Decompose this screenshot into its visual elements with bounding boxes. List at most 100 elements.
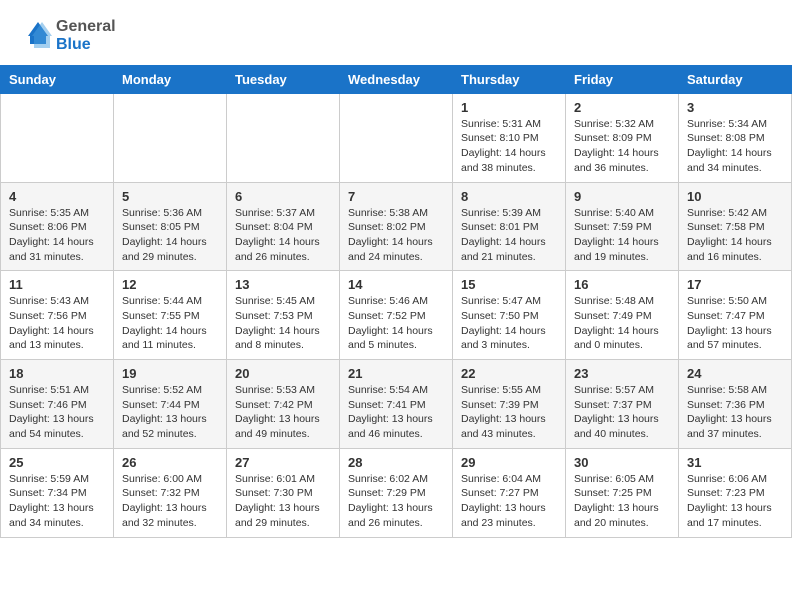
- calendar-cell: [227, 93, 340, 182]
- calendar-cell: 9 Sunrise: 5:40 AM Sunset: 7:59 PM Daylig…: [566, 182, 679, 271]
- day-number: 11: [9, 277, 105, 292]
- day-number: 19: [122, 366, 218, 381]
- day-header-wednesday: Wednesday: [340, 65, 453, 93]
- day-number: 31: [687, 455, 783, 470]
- day-number: 26: [122, 455, 218, 470]
- calendar-cell: 17Sunrise: 5:50 AM Sunset: 7:47 PM Dayli…: [679, 271, 792, 360]
- day-content: Sunrise: 6:06 AM Sunset: 7:23 PM Dayligh…: [687, 472, 783, 531]
- calendar-cell: 24Sunrise: 5:58 AM Sunset: 7:36 PM Dayli…: [679, 360, 792, 449]
- day-number: 7: [348, 189, 444, 204]
- day-header-friday: Friday: [566, 65, 679, 93]
- day-content: Sunrise: 5:43 AM Sunset: 7:56 PM Dayligh…: [9, 294, 105, 353]
- logo-blue: Blue: [56, 36, 116, 54]
- day-number: 27: [235, 455, 331, 470]
- calendar-cell: 23Sunrise: 5:57 AM Sunset: 7:37 PM Dayli…: [566, 360, 679, 449]
- day-number: 20: [235, 366, 331, 381]
- calendar-cell: [1, 93, 114, 182]
- logo: General Blue: [18, 18, 116, 55]
- day-number: 18: [9, 366, 105, 381]
- page-header: General Blue: [0, 0, 792, 65]
- day-number: 8: [461, 189, 557, 204]
- day-content: Sunrise: 5:51 AM Sunset: 7:46 PM Dayligh…: [9, 383, 105, 442]
- calendar-cell: 6 Sunrise: 5:37 AM Sunset: 8:04 PM Daylig…: [227, 182, 340, 271]
- calendar-cell: 21 Sunrise: 5:54 AM Sunset: 7:41 PM Dayli…: [340, 360, 453, 449]
- day-content: Sunrise: 5:58 AM Sunset: 7:36 PM Dayligh…: [687, 383, 783, 442]
- day-content: Sunrise: 5:59 AM Sunset: 7:34 PM Dayligh…: [9, 472, 105, 531]
- calendar-table: SundayMondayTuesdayWednesdayThursdayFrid…: [0, 65, 792, 538]
- day-number: 22: [461, 366, 557, 381]
- calendar-cell: 5 Sunrise: 5:36 AM Sunset: 8:05 PM Daylig…: [114, 182, 227, 271]
- day-content: Sunrise: 5:38 AM Sunset: 8:02 PM Dayligh…: [348, 206, 444, 265]
- calendar-cell: 10Sunrise: 5:42 AM Sunset: 7:58 PM Dayli…: [679, 182, 792, 271]
- day-content: Sunrise: 5:36 AM Sunset: 8:05 PM Dayligh…: [122, 206, 218, 265]
- day-content: Sunrise: 5:55 AM Sunset: 7:39 PM Dayligh…: [461, 383, 557, 442]
- day-number: 16: [574, 277, 670, 292]
- day-number: 5: [122, 189, 218, 204]
- logo-graphic: [18, 18, 54, 54]
- calendar-cell: 1 Sunrise: 5:31 AM Sunset: 8:10 PM Daylig…: [453, 93, 566, 182]
- calendar-cell: 11 Sunrise: 5:43 AM Sunset: 7:56 PM Dayli…: [1, 271, 114, 360]
- day-content: Sunrise: 5:52 AM Sunset: 7:44 PM Dayligh…: [122, 383, 218, 442]
- day-number: 14: [348, 277, 444, 292]
- logo-general: General: [56, 18, 116, 36]
- calendar-cell: 7 Sunrise: 5:38 AM Sunset: 8:02 PM Daylig…: [340, 182, 453, 271]
- day-content: Sunrise: 5:50 AM Sunset: 7:47 PM Dayligh…: [687, 294, 783, 353]
- day-header-saturday: Saturday: [679, 65, 792, 93]
- day-number: 1: [461, 100, 557, 115]
- day-content: Sunrise: 5:54 AM Sunset: 7:41 PM Dayligh…: [348, 383, 444, 442]
- calendar-header-row: SundayMondayTuesdayWednesdayThursdayFrid…: [1, 65, 792, 93]
- day-number: 15: [461, 277, 557, 292]
- day-header-tuesday: Tuesday: [227, 65, 340, 93]
- day-number: 12: [122, 277, 218, 292]
- calendar-cell: 30 Sunrise: 6:05 AM Sunset: 7:25 PM Dayli…: [566, 448, 679, 537]
- day-header-monday: Monday: [114, 65, 227, 93]
- day-content: Sunrise: 5:45 AM Sunset: 7:53 PM Dayligh…: [235, 294, 331, 353]
- day-content: Sunrise: 5:46 AM Sunset: 7:52 PM Dayligh…: [348, 294, 444, 353]
- day-number: 28: [348, 455, 444, 470]
- calendar-cell: 22 Sunrise: 5:55 AM Sunset: 7:39 PM Dayli…: [453, 360, 566, 449]
- day-content: Sunrise: 5:34 AM Sunset: 8:08 PM Dayligh…: [687, 117, 783, 176]
- calendar-cell: 13 Sunrise: 5:45 AM Sunset: 7:53 PM Dayli…: [227, 271, 340, 360]
- calendar-cell: 12Sunrise: 5:44 AM Sunset: 7:55 PM Dayli…: [114, 271, 227, 360]
- day-content: Sunrise: 6:05 AM Sunset: 7:25 PM Dayligh…: [574, 472, 670, 531]
- calendar-cell: 15 Sunrise: 5:47 AM Sunset: 7:50 PM Dayli…: [453, 271, 566, 360]
- day-number: 29: [461, 455, 557, 470]
- day-number: 30: [574, 455, 670, 470]
- day-content: Sunrise: 5:53 AM Sunset: 7:42 PM Dayligh…: [235, 383, 331, 442]
- day-content: Sunrise: 6:01 AM Sunset: 7:30 PM Dayligh…: [235, 472, 331, 531]
- day-content: Sunrise: 5:35 AM Sunset: 8:06 PM Dayligh…: [9, 206, 105, 265]
- calendar-cell: [114, 93, 227, 182]
- calendar-cell: 14 Sunrise: 5:46 AM Sunset: 7:52 PM Dayli…: [340, 271, 453, 360]
- calendar-cell: 28 Sunrise: 6:02 AM Sunset: 7:29 PM Dayli…: [340, 448, 453, 537]
- calendar-cell: 20 Sunrise: 5:53 AM Sunset: 7:42 PM Dayli…: [227, 360, 340, 449]
- calendar-cell: [340, 93, 453, 182]
- calendar-cell: 18 Sunrise: 5:51 AM Sunset: 7:46 PM Dayli…: [1, 360, 114, 449]
- day-content: Sunrise: 6:04 AM Sunset: 7:27 PM Dayligh…: [461, 472, 557, 531]
- calendar-cell: 25 Sunrise: 5:59 AM Sunset: 7:34 PM Dayli…: [1, 448, 114, 537]
- day-number: 21: [348, 366, 444, 381]
- day-number: 4: [9, 189, 105, 204]
- calendar-cell: 31 Sunrise: 6:06 AM Sunset: 7:23 PM Dayli…: [679, 448, 792, 537]
- day-content: Sunrise: 5:39 AM Sunset: 8:01 PM Dayligh…: [461, 206, 557, 265]
- day-content: Sunrise: 5:37 AM Sunset: 8:04 PM Dayligh…: [235, 206, 331, 265]
- day-number: 2: [574, 100, 670, 115]
- calendar-cell: 29 Sunrise: 6:04 AM Sunset: 7:27 PM Dayli…: [453, 448, 566, 537]
- day-number: 3: [687, 100, 783, 115]
- day-content: Sunrise: 5:48 AM Sunset: 7:49 PM Dayligh…: [574, 294, 670, 353]
- day-content: Sunrise: 5:42 AM Sunset: 7:58 PM Dayligh…: [687, 206, 783, 265]
- calendar-cell: 16 Sunrise: 5:48 AM Sunset: 7:49 PM Dayli…: [566, 271, 679, 360]
- calendar-week-1: 1 Sunrise: 5:31 AM Sunset: 8:10 PM Daylig…: [1, 93, 792, 182]
- calendar-week-2: 4 Sunrise: 5:35 AM Sunset: 8:06 PM Daylig…: [1, 182, 792, 271]
- day-number: 9: [574, 189, 670, 204]
- day-content: Sunrise: 5:57 AM Sunset: 7:37 PM Dayligh…: [574, 383, 670, 442]
- day-content: Sunrise: 5:47 AM Sunset: 7:50 PM Dayligh…: [461, 294, 557, 353]
- calendar-week-3: 11 Sunrise: 5:43 AM Sunset: 7:56 PM Dayli…: [1, 271, 792, 360]
- day-content: Sunrise: 5:40 AM Sunset: 7:59 PM Dayligh…: [574, 206, 670, 265]
- day-number: 25: [9, 455, 105, 470]
- day-content: Sunrise: 6:02 AM Sunset: 7:29 PM Dayligh…: [348, 472, 444, 531]
- day-content: Sunrise: 5:31 AM Sunset: 8:10 PM Dayligh…: [461, 117, 557, 176]
- day-number: 13: [235, 277, 331, 292]
- day-header-sunday: Sunday: [1, 65, 114, 93]
- calendar-week-4: 18 Sunrise: 5:51 AM Sunset: 7:46 PM Dayli…: [1, 360, 792, 449]
- day-number: 6: [235, 189, 331, 204]
